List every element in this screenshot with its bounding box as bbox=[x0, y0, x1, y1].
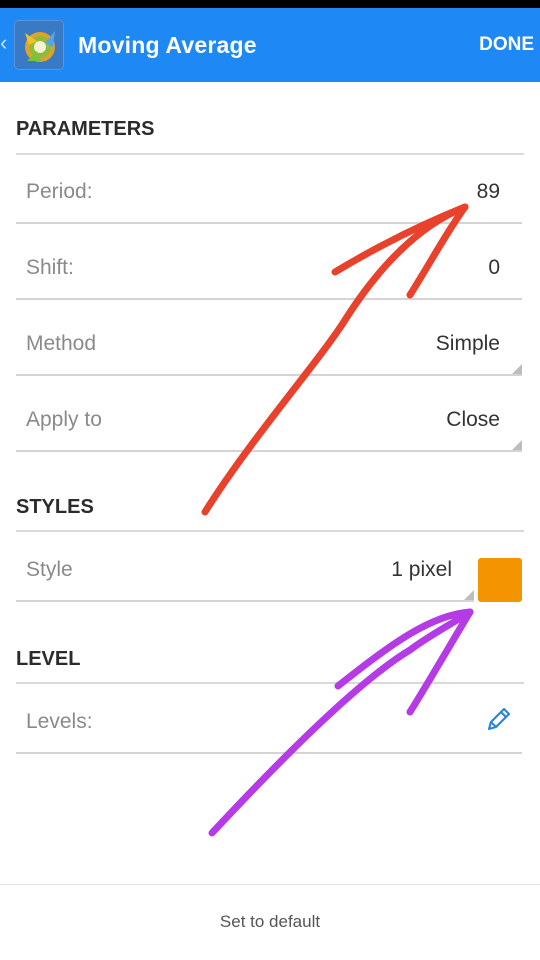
field-underline bbox=[16, 298, 522, 300]
style-select[interactable]: Style 1 pixel bbox=[16, 542, 476, 602]
section-divider bbox=[16, 682, 524, 684]
field-underline bbox=[16, 600, 474, 602]
shift-field[interactable]: Shift: 0 bbox=[16, 240, 524, 300]
section-divider bbox=[16, 153, 524, 155]
style-value[interactable]: 1 pixel bbox=[391, 558, 452, 582]
period-field[interactable]: Period: 89 bbox=[16, 164, 524, 224]
method-value[interactable]: Simple bbox=[436, 332, 500, 356]
status-bar bbox=[0, 0, 540, 8]
apply-to-value[interactable]: Close bbox=[446, 408, 500, 432]
dropdown-corner-icon bbox=[464, 590, 474, 600]
page-title: Moving Average bbox=[78, 32, 257, 58]
section-header-parameters: PARAMETERS bbox=[16, 118, 155, 140]
field-underline bbox=[16, 222, 522, 224]
shift-value[interactable]: 0 bbox=[488, 256, 500, 280]
back-chevron-icon[interactable]: ‹ bbox=[0, 32, 7, 54]
period-value[interactable]: 89 bbox=[477, 180, 500, 204]
set-to-default-button[interactable]: Set to default bbox=[0, 884, 540, 960]
line-color-swatch[interactable] bbox=[478, 558, 522, 602]
method-select[interactable]: Method Simple bbox=[16, 316, 524, 376]
section-divider bbox=[16, 530, 524, 532]
period-label: Period: bbox=[26, 180, 93, 203]
dropdown-corner-icon bbox=[512, 364, 522, 374]
levels-field[interactable]: Levels: bbox=[16, 694, 524, 754]
section-header-level: LEVEL bbox=[16, 648, 81, 670]
levels-label: Levels: bbox=[26, 710, 93, 733]
field-underline bbox=[16, 752, 522, 754]
method-label: Method bbox=[26, 332, 97, 355]
pencil-icon[interactable] bbox=[484, 704, 514, 739]
shift-label: Shift: bbox=[26, 256, 74, 279]
dropdown-corner-icon bbox=[512, 440, 522, 450]
hand-drawn-annotations bbox=[201, 203, 474, 837]
field-underline bbox=[16, 450, 522, 452]
metatrader-app-icon[interactable] bbox=[14, 20, 64, 70]
apply-to-label: Apply to bbox=[26, 408, 102, 431]
apply-to-select[interactable]: Apply to Close bbox=[16, 392, 524, 452]
done-button[interactable]: DONE bbox=[479, 34, 534, 56]
app-bar: ‹ Moving Average DONE bbox=[0, 8, 540, 82]
style-label: Style bbox=[26, 558, 73, 581]
section-header-styles: STYLES bbox=[16, 496, 94, 518]
field-underline bbox=[16, 374, 522, 376]
